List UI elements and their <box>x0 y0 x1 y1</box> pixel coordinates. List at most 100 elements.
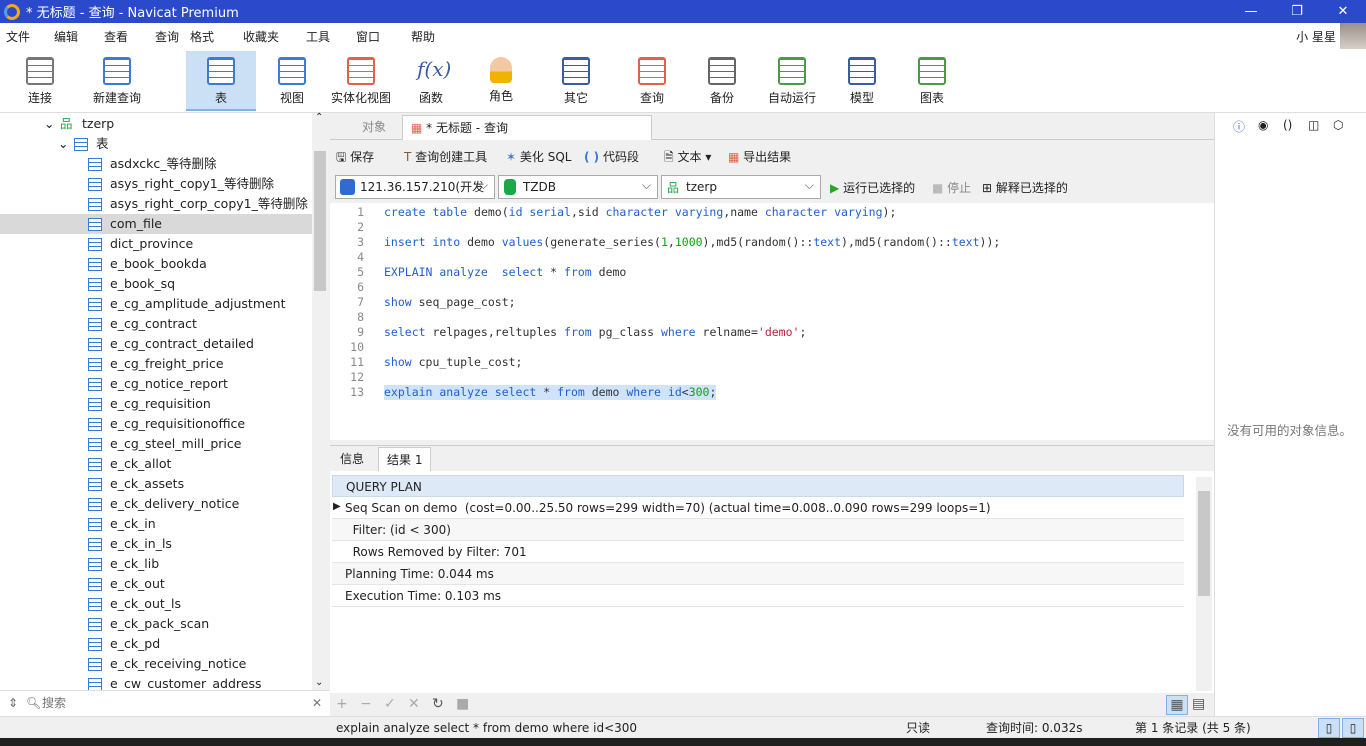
tree-item-table[interactable]: e_ck_out <box>0 574 312 594</box>
eye-icon[interactable]: ◉ <box>1258 118 1268 132</box>
close-button[interactable]: ✕ <box>1320 0 1366 23</box>
menu-item[interactable]: 查询 <box>149 28 179 45</box>
tree-item-table[interactable]: asys_right_corp_copy1_等待删除 <box>0 194 312 214</box>
toolbar-role-button[interactable]: 角色 <box>470 51 532 111</box>
code-snippet-button[interactable]: ( ) 代码段 <box>584 144 639 171</box>
table-row[interactable]: Rows Removed by Filter: 701 <box>332 541 1184 563</box>
tree-item-table[interactable]: e_cg_contract <box>0 314 312 334</box>
info-icon[interactable]: ⓘ <box>1233 118 1245 135</box>
tree-item-table[interactable]: e_ck_in_ls <box>0 534 312 554</box>
menu-item[interactable]: 收藏夹 <box>237 28 279 45</box>
ddl-icon[interactable]: () <box>1283 118 1292 132</box>
filter-icon[interactable]: ⇕ <box>8 691 18 715</box>
stop-button[interactable]: ■ 停止 <box>932 179 971 196</box>
tree-item-table[interactable]: e_cg_freight_price <box>0 354 312 374</box>
toolbar-connect-button[interactable]: 连接 <box>10 51 70 111</box>
toolbar-function-button[interactable]: f(x) 函数 <box>400 51 462 111</box>
tree-item-table[interactable]: e_ck_allot <box>0 454 312 474</box>
refresh-icon[interactable]: ↻ <box>432 693 444 716</box>
tree-item-table[interactable]: e_ck_pd <box>0 634 312 654</box>
tree-item-table[interactable]: e_ck_assets <box>0 474 312 494</box>
menu-item[interactable]: 工具 <box>300 28 330 45</box>
table-row[interactable]: Filter: (id < 300) <box>332 519 1184 541</box>
tree-item-table[interactable]: e_ck_receiving_notice <box>0 654 312 674</box>
tab-info[interactable]: 信息 <box>332 447 372 471</box>
form-view-icon[interactable]: ▤ <box>1192 693 1205 716</box>
tab-result-1[interactable]: 结果 1 <box>378 447 432 472</box>
menu-item[interactable]: 帮助 <box>405 28 435 45</box>
tree-item-table[interactable]: e_cg_requisitionoffice <box>0 414 312 434</box>
menu-item[interactable]: 格式 <box>184 28 214 45</box>
run-selected-button[interactable]: ▶ 运行已选择的 <box>830 179 915 196</box>
beautify-sql-button[interactable]: ✶ 美化 SQL <box>506 144 571 171</box>
tree-item-table[interactable]: e_book_sq <box>0 274 312 294</box>
table-row[interactable]: Planning Time: 0.044 ms <box>332 563 1184 585</box>
left-panel-toggle-icon[interactable]: ▯ <box>1318 718 1340 738</box>
toolbar-table-button[interactable]: 表 <box>186 51 256 111</box>
toolbar-auto-run-button[interactable]: 自动运行 <box>762 51 822 111</box>
tree-item-table[interactable]: e_book_bookda <box>0 254 312 274</box>
explain-selected-button[interactable]: ⊞ 解释已选择的 <box>982 179 1068 196</box>
tree-item-table[interactable]: e_cg_contract_detailed <box>0 334 312 354</box>
scroll-up-icon[interactable]: ⌃ <box>315 112 323 123</box>
tree-item-table[interactable]: e_cg_amplitude_adjustment <box>0 294 312 314</box>
toolbar-view-button[interactable]: 视图 <box>262 51 322 111</box>
export-result-button[interactable]: ▦ 导出结果 <box>728 144 791 171</box>
tree-item-table[interactable]: e_cg_notice_report <box>0 374 312 394</box>
expand-chevron-icon[interactable]: ⌄ <box>58 134 68 154</box>
tree-item-table[interactable]: e_ck_out_ls <box>0 594 312 614</box>
tree-item-table[interactable]: e_cw_customer_address <box>0 674 312 690</box>
toolbar-new-query-button[interactable]: 新建查询 <box>86 51 148 111</box>
table-row[interactable]: Seq Scan on demo (cost=0.00..25.50 rows=… <box>332 497 1184 519</box>
tab-objects[interactable]: 对象 <box>346 115 402 140</box>
toolbar-model-button[interactable]: 模型 <box>832 51 892 111</box>
connection-select[interactable]: 121.36.157.210(开发 <box>335 174 495 199</box>
right-panel-toggle-icon[interactable]: ▯ <box>1342 718 1364 738</box>
toolbar-chart-button[interactable]: 图表 <box>902 51 962 111</box>
toolbar-other-button[interactable]: 其它 <box>545 51 607 111</box>
tree-group-tables[interactable]: ⌄ 表 <box>0 134 312 154</box>
text-button[interactable]: 🗎 文本 ▾ <box>664 144 711 171</box>
apply-icon[interactable]: ✓ <box>384 693 396 716</box>
tree-item-table[interactable]: e_ck_delivery_notice <box>0 494 312 514</box>
toolbar-backup-button[interactable]: 备份 <box>692 51 752 111</box>
settings-icon[interactable]: ⬡ <box>1333 118 1343 132</box>
clear-search-icon[interactable]: ✕ <box>312 691 322 715</box>
menu-item[interactable]: 窗口 <box>350 28 380 45</box>
tree-scrollbar[interactable]: ⌃ ⌄ <box>312 112 328 690</box>
tree-item-table[interactable]: e_ck_pack_scan <box>0 614 312 634</box>
query-builder-button[interactable]: T 查询创建工具 <box>404 144 487 171</box>
avatar[interactable] <box>1340 23 1366 49</box>
tree-item-table[interactable]: com_file <box>0 214 312 234</box>
tree-item-table[interactable]: asdxckc_等待删除 <box>0 154 312 174</box>
search-input[interactable] <box>42 694 302 712</box>
delete-row-icon[interactable]: − <box>360 693 372 716</box>
add-row-icon[interactable]: + <box>336 693 348 716</box>
toolbar-materialized-view-button[interactable]: 实体化视图 <box>326 51 396 111</box>
menu-item[interactable]: 查看 <box>98 28 128 45</box>
menu-item[interactable]: 编辑 <box>48 28 78 45</box>
maximize-button[interactable]: ❐ <box>1274 0 1320 23</box>
user-name[interactable]: 小 星星 <box>1296 28 1336 45</box>
tree-item-table[interactable]: e_cg_steel_mill_price <box>0 434 312 454</box>
schema-select[interactable]: 品 tzerp <box>661 174 821 199</box>
toolbar-query-button[interactable]: 查询 <box>622 51 682 111</box>
discard-icon[interactable]: ✕ <box>408 693 420 716</box>
database-select[interactable]: TZDB <box>498 174 658 199</box>
tree-item-table[interactable]: e_cg_requisition <box>0 394 312 414</box>
tree-item-table[interactable]: e_ck_in <box>0 514 312 534</box>
grid-scrollbar[interactable] <box>1196 477 1212 691</box>
grid-view-icon[interactable]: ▦ <box>1166 695 1188 715</box>
save-button[interactable]: 🖫 保存 <box>336 144 374 171</box>
stop-icon[interactable]: ■ <box>456 693 469 716</box>
layout-icon[interactable]: ◫ <box>1308 118 1319 132</box>
sql-editor[interactable]: 1 create table demo(id serial,sid charact… <box>330 203 1214 440</box>
tab-query[interactable]: ▦ * 无标题 - 查询 <box>402 115 652 140</box>
tree-item-table[interactable]: dict_province <box>0 234 312 254</box>
expand-chevron-icon[interactable]: ⌄ <box>44 114 54 134</box>
tree-schema-tzerp[interactable]: ⌄ 品 tzerp <box>0 114 312 134</box>
scroll-down-icon[interactable]: ⌄ <box>315 677 323 688</box>
grid-header-query-plan[interactable]: QUERY PLAN <box>332 475 1184 497</box>
table-row[interactable]: Execution Time: 0.103 ms <box>332 585 1184 607</box>
minimize-button[interactable]: — <box>1228 0 1274 23</box>
